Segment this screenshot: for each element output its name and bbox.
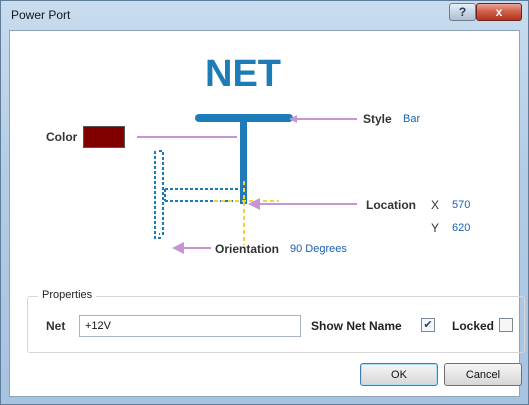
orientation-value[interactable]: 90 Degrees	[290, 243, 347, 255]
orientation-ghost-symbol	[154, 150, 247, 239]
title-bar[interactable]: Power Port ? x	[1, 1, 528, 29]
checkmark-icon: ✔	[423, 318, 433, 331]
help-button[interactable]: ?	[449, 3, 476, 21]
dialog-client-area: NET Style Bar Color Location X 570 Y 620…	[9, 30, 525, 397]
location-y-label: Y	[431, 221, 440, 235]
net-name-input[interactable]	[79, 315, 301, 337]
locked-label: Locked	[452, 319, 495, 333]
show-net-name-checkbox[interactable]: ✔	[421, 318, 435, 332]
power-port-dialog: Power Port ? x NET Style Bar Color Locat…	[0, 0, 529, 405]
style-label: Style	[363, 112, 392, 126]
orientation-label: Orientation	[215, 242, 280, 256]
location-x-label: X	[431, 198, 440, 212]
show-net-name-label: Show Net Name	[311, 319, 402, 333]
properties-group-title: Properties	[38, 289, 97, 301]
net-label: Net	[46, 319, 66, 333]
location-y-value[interactable]: 620	[452, 222, 470, 234]
net-preview-text: NET	[205, 53, 281, 95]
ok-button[interactable]: OK	[360, 363, 438, 386]
properties-group: Properties Net Show Net Name ✔ Locked	[27, 289, 525, 353]
window-title: Power Port	[11, 8, 71, 22]
location-label: Location	[366, 198, 416, 212]
cancel-button[interactable]: Cancel	[444, 363, 522, 386]
color-swatch[interactable]	[83, 126, 125, 148]
close-button[interactable]: x	[476, 3, 522, 21]
locked-checkbox[interactable]	[499, 318, 513, 332]
style-value[interactable]: Bar	[403, 113, 420, 125]
color-label: Color	[46, 130, 78, 144]
location-x-value[interactable]: 570	[452, 199, 470, 211]
